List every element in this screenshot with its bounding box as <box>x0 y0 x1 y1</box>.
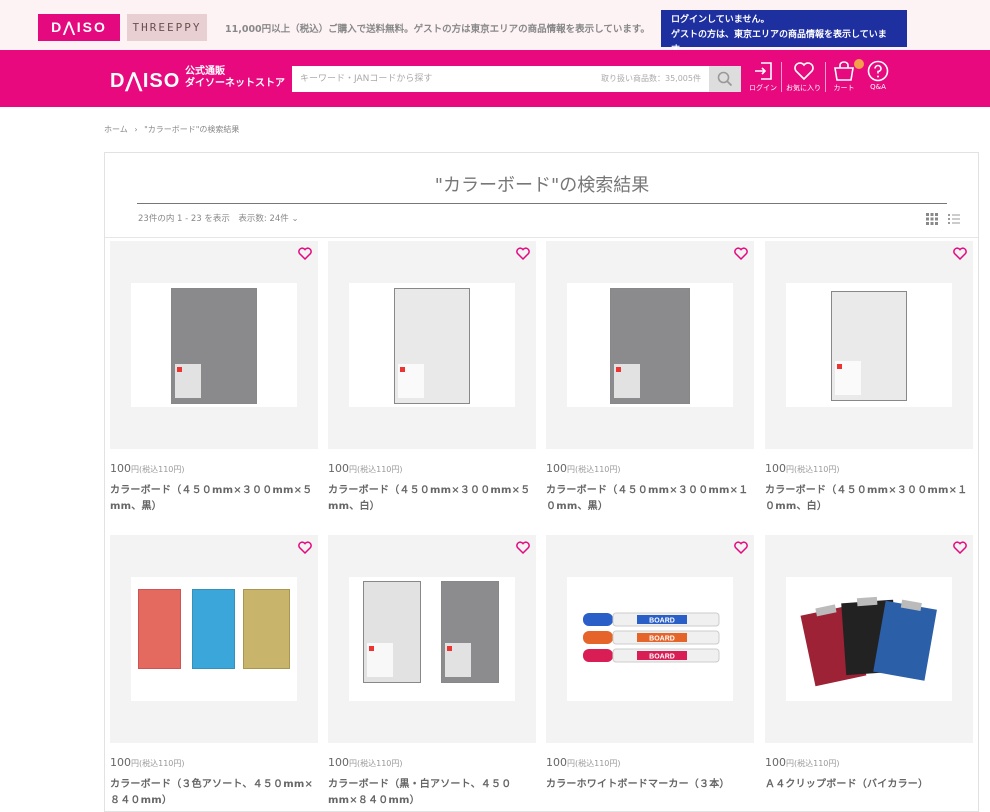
product-name[interactable]: カラーボード（３色アソート、４５０mm×８４０mm） <box>110 777 318 809</box>
product-card[interactable]: 100円(税込110円) カラーボード（黒・白アソート、４５０mm×８４０mm） <box>328 535 536 809</box>
product-price: 100円(税込110円) <box>328 462 403 475</box>
search-icon <box>717 71 733 87</box>
divider <box>105 237 978 238</box>
site-header: D⋀ISO 公式通販 ダイソーネットストア 取り扱い商品数：35,005件 ログ… <box>0 50 990 107</box>
shipping-notice: 11,000円以上（税込）ご購入で送料無料。ゲストの方は東京エリアの商品情報を表… <box>225 24 650 35</box>
grid-view-icon[interactable] <box>926 213 938 225</box>
product-image[interactable] <box>546 241 754 449</box>
login-notice[interactable]: ログインしていません。 ゲストの方は、東京エリアの商品情報を表示しています。 <box>661 10 907 55</box>
product-image[interactable] <box>110 241 318 449</box>
product-name[interactable]: カラーボード（４５０mm×３００mm×１０mm、白） <box>765 483 973 515</box>
product-name[interactable]: Ａ４クリップボード（バイカラー） <box>765 777 973 793</box>
breadcrumb-separator: › <box>134 125 138 134</box>
product-card[interactable]: 100円(税込110円) カラーボード（４５０mm×３００mm×１０mm、黒） <box>546 241 754 515</box>
product-card[interactable]: 100円(税込110円) Ａ４クリップボード（バイカラー） <box>765 535 973 793</box>
search-input[interactable] <box>300 70 590 88</box>
breadcrumb-current: "カラーボード"の検索結果 <box>144 125 240 134</box>
page-title: "カラーボード"の検索結果 <box>137 171 947 204</box>
login-button[interactable]: ログイン <box>749 60 777 93</box>
product-name[interactable]: カラーボード（４５０mm×３００mm×５mm、白） <box>328 483 536 515</box>
product-image[interactable]: BOARD BOARD BOARD <box>546 535 754 743</box>
header-divider <box>781 62 782 92</box>
product-name[interactable]: カラーボード（４５０mm×３００mm×１０mm、黒） <box>546 483 754 515</box>
favorite-heart-icon[interactable] <box>516 247 530 260</box>
store-name: 公式通販 ダイソーネットストア <box>185 66 285 90</box>
product-price: 100円(税込110円) <box>110 462 185 475</box>
daiso-logo[interactable]: D⋀ISO <box>110 68 180 93</box>
cart-button[interactable]: カート <box>832 59 864 93</box>
svg-text:BOARD: BOARD <box>649 618 675 625</box>
threeppy-tab[interactable]: THREEPPY <box>127 14 207 41</box>
heart-icon <box>793 62 814 81</box>
header-divider <box>825 62 826 92</box>
product-price: 100円(税込110円) <box>110 756 185 769</box>
favorites-label: お気に入り <box>786 84 821 92</box>
qa-button[interactable]: Q&A <box>867 60 889 91</box>
qa-label: Q&A <box>870 83 886 91</box>
favorites-button[interactable]: お気に入り <box>786 60 821 93</box>
top-strip: D⋀ISO THREEPPY 11,000円以上（税込）ご購入で送料無料。ゲスト… <box>0 0 990 55</box>
product-price: 100円(税込110円) <box>546 756 621 769</box>
favorite-heart-icon[interactable] <box>298 541 312 554</box>
product-price: 100円(税込110円) <box>765 462 840 475</box>
product-card[interactable]: BOARD BOARD BOARD 100円(税込110円) カラーホワイトボー… <box>546 535 754 793</box>
product-name[interactable]: カラーボード（黒・白アソート、４５０mm×８４０mm） <box>328 777 536 809</box>
board-markers-image: BOARD BOARD BOARD <box>583 612 720 663</box>
daiso-tab[interactable]: D⋀ISO <box>38 14 120 41</box>
results-count[interactable]: 23件の内 1 - 23 を表示 表示数: 24件 ⌄ <box>138 212 299 224</box>
breadcrumb: ホーム › "カラーボード"の検索結果 <box>104 124 239 135</box>
product-price: 100円(税込110円) <box>546 462 621 475</box>
svg-text:BOARD: BOARD <box>649 654 675 661</box>
product-card[interactable]: 100円(税込110円) カラーボード（４５０mm×３００mm×５mm、白） <box>328 241 536 515</box>
login-label: ログイン <box>749 84 777 92</box>
svg-text:BOARD: BOARD <box>649 636 675 643</box>
favorite-heart-icon[interactable] <box>953 541 967 554</box>
favorite-heart-icon[interactable] <box>953 247 967 260</box>
question-icon <box>867 60 889 82</box>
store-name-line1: 公式通販 <box>185 66 225 77</box>
favorite-heart-icon[interactable] <box>734 247 748 260</box>
list-view-icon[interactable] <box>948 213 960 225</box>
product-card[interactable]: 100円(税込110円) カラーボード（４５０mm×３００mm×１０mm、白） <box>765 241 973 515</box>
cart-icon <box>834 61 854 81</box>
favorite-heart-icon[interactable] <box>516 541 530 554</box>
clipboards-image <box>800 596 937 687</box>
product-image[interactable] <box>110 535 318 743</box>
store-name-line2: ダイソーネットストア <box>185 78 285 89</box>
search-product-count: 取り扱い商品数：35,005件 <box>601 74 701 83</box>
product-price: 100円(税込110円) <box>328 756 403 769</box>
product-card[interactable]: 100円(税込110円) カラーボード（４５０mm×３００mm×５mm、黒） <box>110 241 318 515</box>
login-icon <box>755 62 772 80</box>
login-notice-line1: ログインしていません。 <box>671 15 770 25</box>
product-name[interactable]: カラーボード（４５０mm×３００mm×５mm、黒） <box>110 483 318 515</box>
product-card[interactable]: 100円(税込110円) カラーボード（３色アソート、４５０mm×８４０mm） <box>110 535 318 809</box>
product-name[interactable]: カラーホワイトボードマーカー（３本） <box>546 777 754 793</box>
product-image[interactable] <box>328 535 536 743</box>
breadcrumb-home[interactable]: ホーム <box>104 125 128 134</box>
product-image[interactable] <box>765 241 973 449</box>
product-image[interactable] <box>328 241 536 449</box>
favorite-heart-icon[interactable] <box>734 541 748 554</box>
product-price: 100円(税込110円) <box>765 756 840 769</box>
search-bar: 取り扱い商品数：35,005件 <box>292 66 741 92</box>
product-image[interactable] <box>765 535 973 743</box>
cart-label: カート <box>833 84 855 92</box>
search-button[interactable] <box>709 66 741 92</box>
cart-badge <box>854 59 864 69</box>
favorite-heart-icon[interactable] <box>298 247 312 260</box>
